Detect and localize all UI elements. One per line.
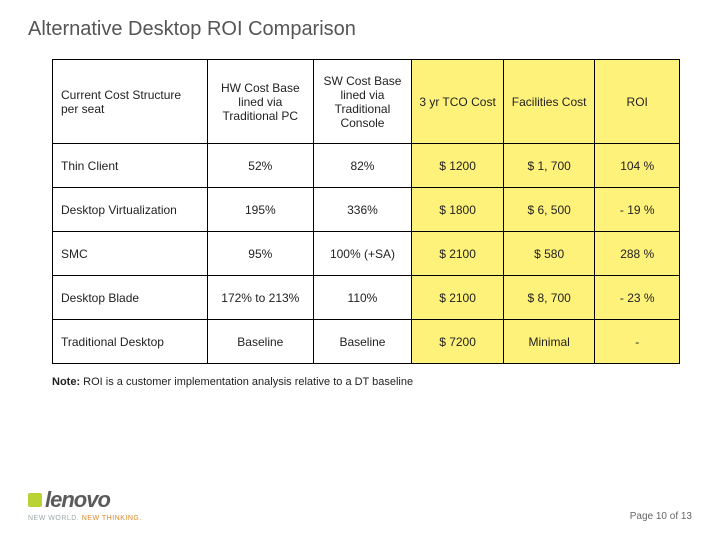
note-label: Note: bbox=[52, 376, 80, 388]
row-name: Thin Client bbox=[53, 144, 208, 188]
cell-roi: - bbox=[595, 320, 680, 364]
cell-sw: Baseline bbox=[313, 320, 412, 364]
col-header-facilities: Facilities Cost bbox=[503, 60, 595, 144]
row-name: Traditional Desktop bbox=[53, 320, 208, 364]
cell-fac: Minimal bbox=[503, 320, 595, 364]
cell-hw: 52% bbox=[207, 144, 313, 188]
page-number: Page 10 of 13 bbox=[630, 511, 692, 522]
cell-tco: $ 2100 bbox=[412, 232, 504, 276]
row-name: Desktop Blade bbox=[53, 276, 208, 320]
cell-hw: Baseline bbox=[207, 320, 313, 364]
note-text: ROI is a customer implementation analysi… bbox=[83, 376, 413, 388]
cell-sw: 100% (+SA) bbox=[313, 232, 412, 276]
logo-word: lenovo bbox=[45, 487, 110, 512]
tagline-1: NEW WORLD. bbox=[28, 515, 79, 522]
cell-roi: 288 % bbox=[595, 232, 680, 276]
cell-fac: $ 6, 500 bbox=[503, 188, 595, 232]
cell-roi: - 19 % bbox=[595, 188, 680, 232]
cell-hw: 95% bbox=[207, 232, 313, 276]
cell-sw: 110% bbox=[313, 276, 412, 320]
cell-tco: $ 1800 bbox=[412, 188, 504, 232]
logo-text: lenovo bbox=[28, 487, 142, 513]
cell-hw: 195% bbox=[207, 188, 313, 232]
row-name: SMC bbox=[53, 232, 208, 276]
cell-sw: 82% bbox=[313, 144, 412, 188]
table-row: Thin Client 52% 82% $ 1200 $ 1, 700 104 … bbox=[53, 144, 680, 188]
table-header-row: Current Cost Structure per seat HW Cost … bbox=[53, 60, 680, 144]
col-header-hw: HW Cost Base lined via Traditional PC bbox=[207, 60, 313, 144]
roi-table: Current Cost Structure per seat HW Cost … bbox=[52, 59, 680, 364]
col-header-tco: 3 yr TCO Cost bbox=[412, 60, 504, 144]
cell-roi: 104 % bbox=[595, 144, 680, 188]
cell-tco: $ 1200 bbox=[412, 144, 504, 188]
slide-footer: lenovo NEW WORLD. NEW THINKING. Page 10 … bbox=[28, 487, 692, 522]
table-row: SMC 95% 100% (+SA) $ 2100 $ 580 288 % bbox=[53, 232, 680, 276]
row-name: Desktop Virtualization bbox=[53, 188, 208, 232]
cell-sw: 336% bbox=[313, 188, 412, 232]
logo-dot-icon bbox=[28, 493, 42, 507]
col-header-structure: Current Cost Structure per seat bbox=[53, 60, 208, 144]
page-title: Alternative Desktop ROI Comparison bbox=[0, 0, 720, 41]
cell-fac: $ 8, 700 bbox=[503, 276, 595, 320]
cell-roi: - 23 % bbox=[595, 276, 680, 320]
lenovo-logo: lenovo NEW WORLD. NEW THINKING. bbox=[28, 487, 142, 522]
cell-hw: 172% to 213% bbox=[207, 276, 313, 320]
table-row: Traditional Desktop Baseline Baseline $ … bbox=[53, 320, 680, 364]
cell-tco: $ 2100 bbox=[412, 276, 504, 320]
cell-fac: $ 580 bbox=[503, 232, 595, 276]
table-row: Desktop Blade 172% to 213% 110% $ 2100 $… bbox=[53, 276, 680, 320]
cell-fac: $ 1, 700 bbox=[503, 144, 595, 188]
footnote: Note: ROI is a customer implementation a… bbox=[0, 364, 720, 388]
tagline-2: NEW THINKING. bbox=[82, 515, 142, 522]
col-header-sw: SW Cost Base lined via Traditional Conso… bbox=[313, 60, 412, 144]
cell-tco: $ 7200 bbox=[412, 320, 504, 364]
col-header-roi: ROI bbox=[595, 60, 680, 144]
logo-tagline: NEW WORLD. NEW THINKING. bbox=[28, 515, 142, 522]
roi-table-container: Current Cost Structure per seat HW Cost … bbox=[0, 41, 720, 364]
table-row: Desktop Virtualization 195% 336% $ 1800 … bbox=[53, 188, 680, 232]
